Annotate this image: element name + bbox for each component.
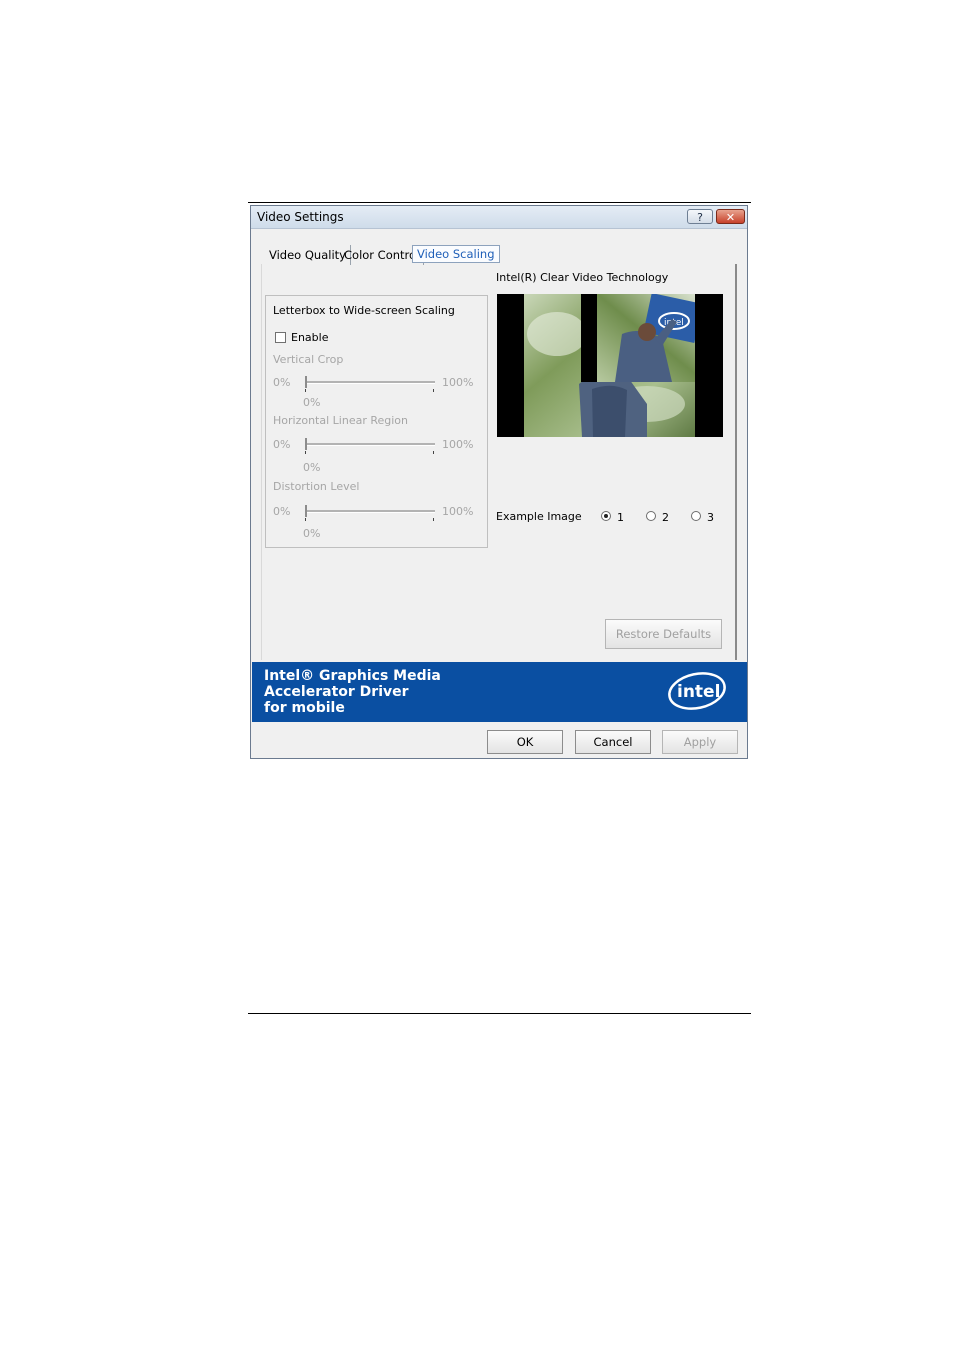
vertical-crop-value: 0% (303, 396, 321, 409)
example-radio-1-label: 1 (617, 511, 624, 524)
cancel-button[interactable]: Cancel (575, 730, 651, 754)
banner-line-2: Accelerator Driver (264, 684, 409, 700)
banner-line-1: Intel® Graphics Media (264, 668, 441, 684)
slider-track (305, 381, 435, 384)
horizontal-linear-label: Horizontal Linear Region (273, 414, 409, 427)
horizontal-linear-value: 0% (303, 461, 321, 474)
horizontal-linear-max: 100% (442, 438, 474, 451)
slider-tick (305, 451, 306, 454)
slider-tick (433, 451, 434, 454)
bottom-rule (248, 1013, 751, 1014)
apply-button[interactable]: Apply (662, 730, 738, 754)
slider-track (305, 443, 435, 446)
distortion-level-max: 100% (442, 505, 474, 518)
example-radio-1[interactable] (601, 511, 611, 521)
vertical-crop-slider[interactable] (305, 376, 435, 392)
distortion-level-label: Distortion Level (273, 480, 360, 493)
example-radio-2[interactable] (646, 511, 656, 521)
ok-button[interactable]: OK (487, 730, 563, 754)
close-icon: ✕ (725, 211, 736, 224)
help-icon: ? (697, 211, 703, 224)
close-button[interactable]: ✕ (716, 209, 745, 224)
title-bar[interactable]: Video Settings ? ✕ (251, 206, 747, 229)
preview-title: Intel(R) Clear Video Technology (496, 271, 669, 284)
intel-logo-icon: intel (668, 672, 726, 710)
example-radio-3[interactable] (691, 511, 701, 521)
preview-picture: intel (497, 294, 723, 437)
tab-video-scaling[interactable]: Video Scaling (412, 245, 500, 263)
help-button[interactable]: ? (687, 209, 713, 224)
top-rule (248, 202, 751, 203)
slider-tick (305, 518, 306, 521)
horizontal-linear-slider[interactable] (305, 438, 435, 454)
horizontal-linear-min: 0% (273, 438, 291, 451)
slider-track (305, 510, 435, 513)
distortion-level-slider[interactable] (305, 505, 435, 521)
example-image-label: Example Image (496, 510, 582, 523)
vertical-crop-min: 0% (273, 376, 291, 389)
slider-thumb[interactable] (305, 505, 307, 517)
example-radio-3-label: 3 (707, 511, 714, 524)
example-radio-2-label: 2 (662, 511, 669, 524)
restore-defaults-button[interactable]: Restore Defaults (605, 619, 722, 649)
window-title: Video Settings (257, 210, 344, 224)
distortion-level-value: 0% (303, 527, 321, 540)
slider-thumb[interactable] (305, 376, 307, 388)
slider-tick (305, 389, 306, 392)
vertical-crop-label: Vertical Crop (273, 353, 344, 366)
banner-line-3: for mobile (264, 700, 345, 716)
slider-tick (433, 389, 434, 392)
intel-logo-text: intel (677, 682, 720, 702)
slider-thumb[interactable] (305, 438, 307, 450)
tab-video-quality[interactable]: Video Quality (265, 245, 351, 265)
slider-tick (433, 518, 434, 521)
vertical-crop-max: 100% (442, 376, 474, 389)
distortion-level-min: 0% (273, 505, 291, 518)
letterbox-scaling-group: Letterbox to Wide-screen Scaling Enable … (265, 295, 488, 548)
enable-label: Enable (291, 331, 329, 344)
enable-checkbox[interactable] (275, 332, 286, 343)
tab-panel: Letterbox to Wide-screen Scaling Enable … (261, 264, 737, 660)
example-preview-image: intel (497, 294, 723, 437)
group-title: Letterbox to Wide-screen Scaling (273, 304, 455, 317)
video-settings-dialog: Video Settings ? ✕ Video Quality Color C… (250, 205, 748, 759)
intel-banner: Intel® Graphics Media Accelerator Driver… (252, 662, 747, 722)
